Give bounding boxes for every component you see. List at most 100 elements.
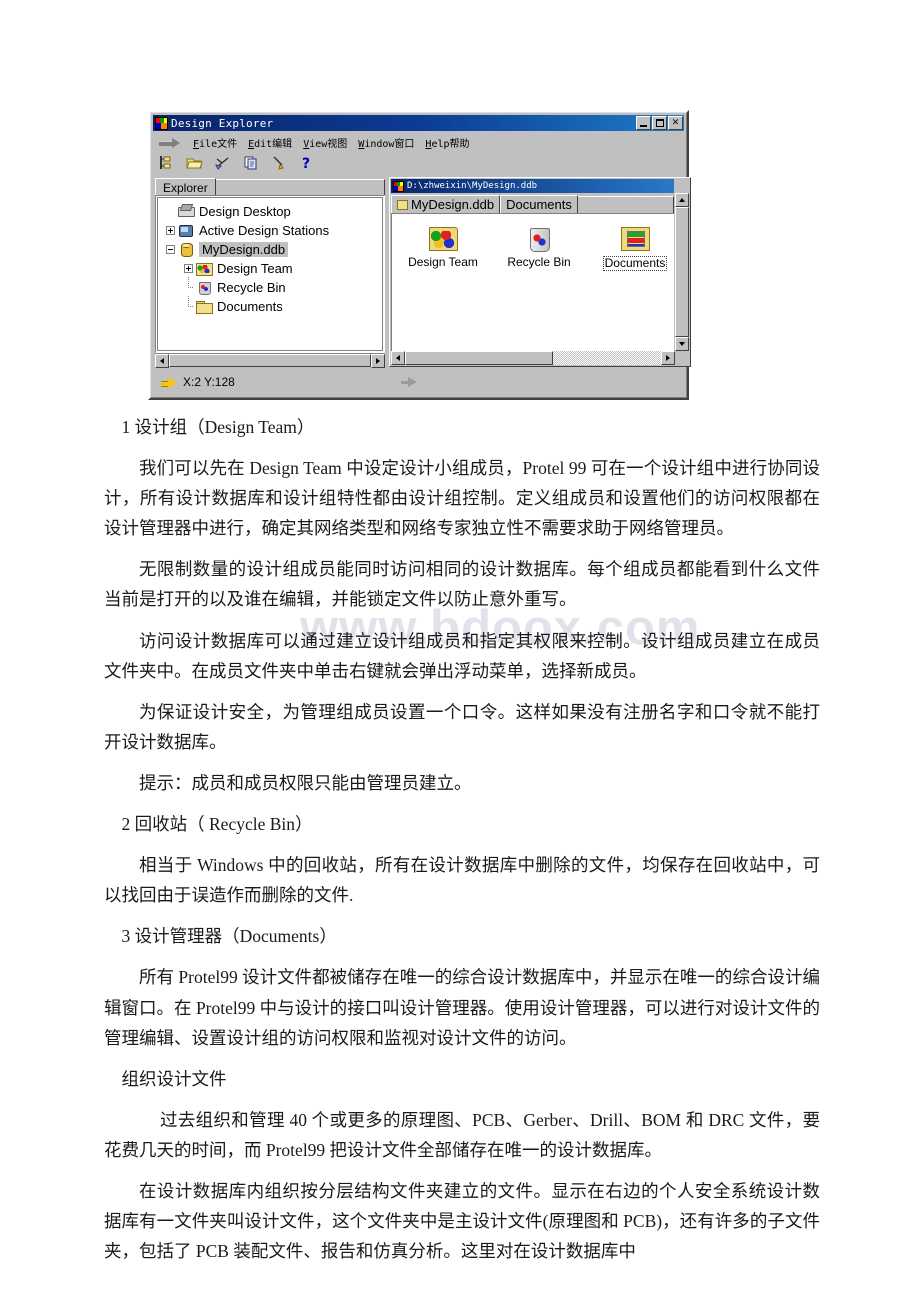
paragraph: 在设计数据库内组织按分层结构文件夹建立的文件。显示在右边的个人安全系统设计数据库… xyxy=(104,1180,820,1262)
tree-item-label: Design Desktop xyxy=(199,204,291,219)
paragraph: 1 设计组（Design Team） xyxy=(121,417,315,437)
item-label: Recycle Bin xyxy=(507,255,571,269)
toolbar: ? xyxy=(153,152,684,174)
client-area: Explorer Design Desktop Active Design St… xyxy=(155,177,691,368)
tree-item-label: MyDesign.ddb xyxy=(199,242,289,257)
tabstrip-filler xyxy=(215,179,385,196)
tree-expander-minus[interactable] xyxy=(166,245,175,254)
design-manager-icon[interactable] xyxy=(158,154,176,172)
paragraph: 3 设计管理器（Documents） xyxy=(121,926,337,947)
mdi-tabstrip: MyDesign.ddb Documents xyxy=(391,194,674,213)
tree-item-design-team[interactable]: Design Team xyxy=(162,259,380,278)
paragraph: 访问设计数据库可以通过建立设计组成员和指定其权限来控制。设计组成员建立在成员文件… xyxy=(104,630,820,681)
gray-arrow-icon xyxy=(400,376,417,388)
yellow-arrow-icon xyxy=(161,376,177,389)
cut-scissors-icon[interactable] xyxy=(214,154,232,172)
folder-icon xyxy=(196,299,213,314)
paragraph: 无限制数量的设计组成员能同时访问相同的设计数据库。每个组成员都能看到什么文件当前… xyxy=(104,559,820,610)
mdi-horizontal-scrollbar[interactable] xyxy=(391,351,675,365)
menu-drag-arrow-icon xyxy=(159,137,181,148)
ddb-icon xyxy=(178,242,195,257)
mdi-child-window: D:\zhweixin\MyDesign.ddb MyDesign.ddb Do… xyxy=(389,177,691,367)
protel-doc-icon xyxy=(393,180,404,192)
tab-mydesign-ddb[interactable]: MyDesign.ddb xyxy=(391,195,501,213)
tree-view-container: Design Desktop Active Design Stations My… xyxy=(155,195,385,353)
paste-icon[interactable] xyxy=(270,154,288,172)
menu-item-help[interactable]: Help帮助 xyxy=(425,135,469,150)
tree-expander-plus[interactable] xyxy=(184,264,193,273)
scroll-track[interactable] xyxy=(553,351,661,365)
window-controls: ✕ xyxy=(636,116,683,130)
copy-icon[interactable] xyxy=(242,154,260,172)
item-label: Design Team xyxy=(408,255,478,269)
menu-bar: File文件 Edit编辑 View视图 Window窗口 Help帮助 xyxy=(153,133,684,151)
paragraph: 为保证设计安全，为管理组成员设置一个口令。这样如果没有注册名字和口令就不能打开设… xyxy=(104,701,820,752)
tree-item-label: Active Design Stations xyxy=(199,223,330,238)
scroll-left-button[interactable] xyxy=(155,354,169,368)
menu-item-edit[interactable]: Edit编辑 xyxy=(248,135,292,150)
paragraph: 相当于 Windows 中的回收站，所有在设计数据库中删除的文件，均保存在回收站… xyxy=(104,855,820,906)
window-title: Design Explorer xyxy=(171,116,274,130)
mdi-title-text: D:\zhweixin\MyDesign.ddb xyxy=(407,181,538,191)
scroll-thumb[interactable] xyxy=(169,354,371,367)
mdi-titlebar: D:\zhweixin\MyDesign.ddb xyxy=(391,179,674,193)
tree-item-documents[interactable]: Documents xyxy=(162,296,380,316)
tree-item-recycle-bin[interactable]: Recycle Bin xyxy=(162,277,380,297)
paragraph: 所有 Protel99 设计文件都被储存在唯一的综合设计数据库中，并显示在唯一的… xyxy=(104,967,820,1048)
design-team-folder-icon xyxy=(427,224,459,254)
tree-view: Design Desktop Active Design Stations My… xyxy=(157,197,383,351)
explorer-pane: Explorer Design Desktop Active Design St… xyxy=(155,177,385,368)
paragraph: 提示：成员和成员权限只能由管理员建立。 xyxy=(139,772,472,793)
scroll-thumb[interactable] xyxy=(405,351,553,365)
recycle-bin-icon xyxy=(196,280,213,295)
item-label: Documents xyxy=(602,256,668,272)
tree-item-label: Design Team xyxy=(217,261,293,276)
folder-icon xyxy=(397,199,408,210)
scroll-right-button[interactable] xyxy=(371,354,385,368)
design-explorer-window: Design Explorer ✕ File文件 Edit编辑 View视图 W… xyxy=(148,110,691,400)
scroll-right-button[interactable] xyxy=(661,351,675,365)
item-design-team[interactable]: Design Team xyxy=(404,224,482,269)
svg-text:?: ? xyxy=(302,156,310,171)
explorer-horizontal-scrollbar[interactable] xyxy=(155,353,385,368)
recycle-bin-icon xyxy=(523,224,555,254)
protel-app-icon xyxy=(155,116,168,130)
scroll-thumb[interactable] xyxy=(675,207,689,337)
status-bar: X:2 Y:128 xyxy=(153,369,684,395)
tree-connector xyxy=(184,277,194,292)
tab-explorer[interactable]: Explorer xyxy=(155,178,216,196)
menu-item-file[interactable]: File文件 xyxy=(193,135,237,150)
mdi-tabstrip-filler xyxy=(577,196,674,213)
item-recycle-bin[interactable]: Recycle Bin xyxy=(500,224,578,269)
mdi-vertical-scrollbar[interactable] xyxy=(675,193,689,351)
open-folder-icon[interactable] xyxy=(186,154,204,172)
tree-expander-plus[interactable] xyxy=(166,226,175,235)
document-body: 1 设计组（Design Team） 我们可以先在 Design Team 中设… xyxy=(104,412,820,1277)
tree-expander-none xyxy=(166,207,175,216)
tree-item-label: Documents xyxy=(217,299,283,314)
tree-item-mydesign-ddb[interactable]: MyDesign.ddb xyxy=(162,240,380,259)
minimize-button[interactable] xyxy=(636,116,651,130)
mdi-content-area: Design Team Recycle Bin Documents xyxy=(391,213,674,351)
item-documents[interactable]: Documents xyxy=(596,224,674,272)
tree-item-label: Recycle Bin xyxy=(217,280,286,295)
paragraph: 组织设计文件 xyxy=(121,1068,227,1089)
desktop-icon xyxy=(178,204,195,219)
documents-folder-icon xyxy=(619,224,651,254)
tree-connector xyxy=(184,296,194,311)
scroll-up-button[interactable] xyxy=(675,193,689,207)
maximize-button[interactable] xyxy=(652,116,667,130)
scroll-down-button[interactable] xyxy=(675,337,689,351)
menu-item-view[interactable]: View视图 xyxy=(303,135,347,150)
close-button[interactable]: ✕ xyxy=(668,116,683,130)
tree-item-active-design-stations[interactable]: Active Design Stations xyxy=(162,221,380,240)
tree-item-design-desktop[interactable]: Design Desktop xyxy=(162,202,380,221)
paragraph: 过去组织和管理 40 个或更多的原理图、PCB、Gerber、Drill、BOM… xyxy=(104,1109,820,1160)
scroll-left-button[interactable] xyxy=(391,351,405,365)
tab-documents[interactable]: Documents xyxy=(500,195,578,213)
help-question-icon[interactable]: ? xyxy=(298,154,316,172)
tab-label: Documents xyxy=(506,197,572,212)
explorer-tabstrip: Explorer xyxy=(155,177,385,196)
window-titlebar: Design Explorer ✕ xyxy=(153,115,684,131)
menu-item-window[interactable]: Window窗口 xyxy=(358,135,414,150)
